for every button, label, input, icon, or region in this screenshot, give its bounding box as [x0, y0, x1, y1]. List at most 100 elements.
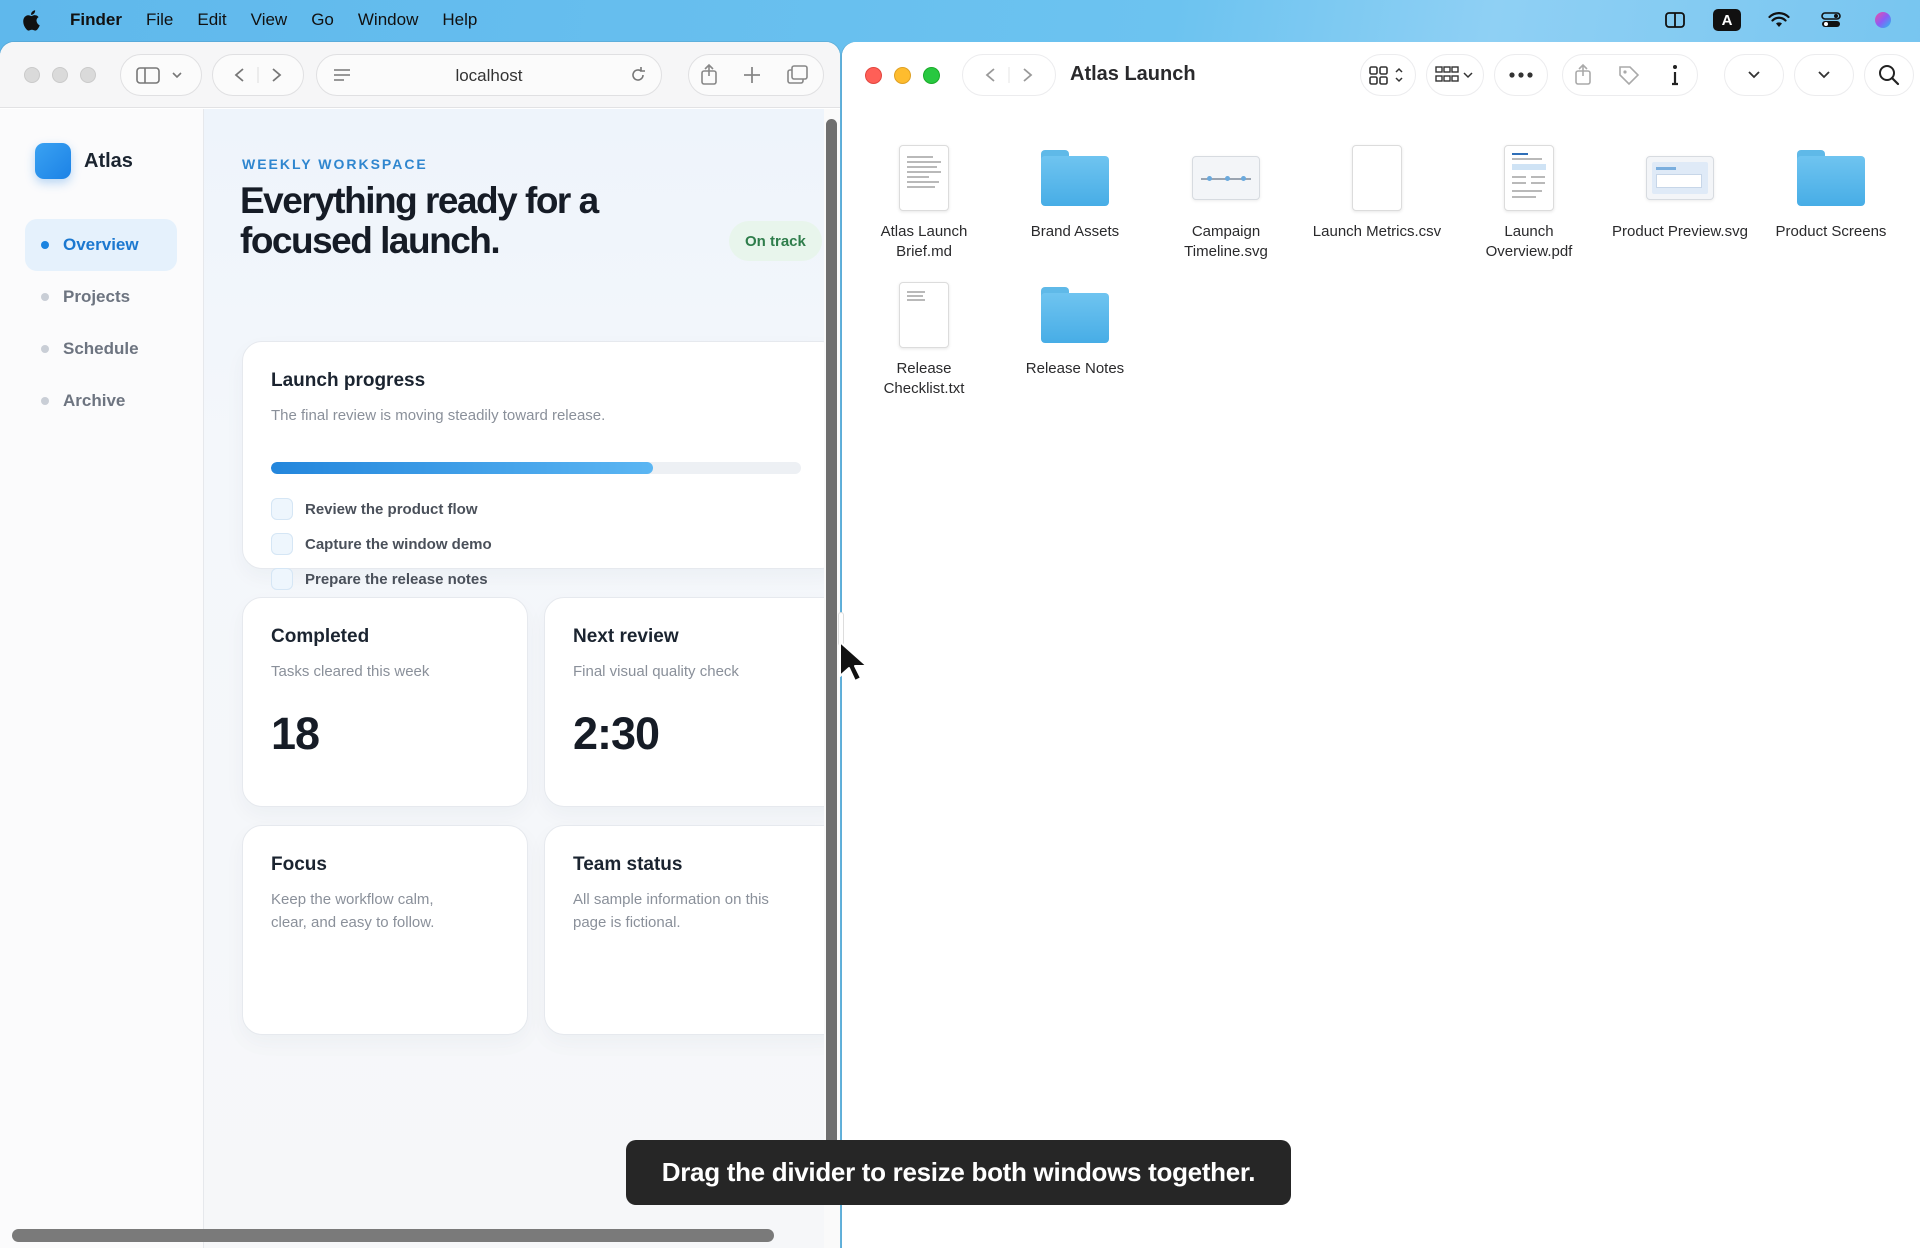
folder-item[interactable]: Brand Assets	[1007, 138, 1143, 242]
browser-actions	[688, 54, 824, 96]
nav-item-overview[interactable]: Overview	[25, 219, 177, 271]
file-name: Product Screens	[1775, 223, 1887, 240]
menu-go[interactable]: Go	[311, 10, 334, 30]
folder-icon	[1041, 150, 1109, 206]
siri-icon[interactable]	[1868, 8, 1898, 32]
minimize-button[interactable]	[894, 67, 911, 84]
menu-view[interactable]: View	[251, 10, 288, 30]
checkbox[interactable]	[271, 498, 293, 520]
checkbox[interactable]	[271, 568, 293, 590]
text-file-icon	[899, 282, 949, 348]
pdf-file-icon	[1504, 145, 1554, 211]
menu-window[interactable]: Window	[358, 10, 418, 30]
forward-icon	[1023, 68, 1033, 82]
file-item[interactable]: Launch Metrics.csv	[1309, 138, 1445, 242]
file-item[interactable]: Product Preview.svg	[1612, 138, 1748, 242]
card-title: Focus	[271, 854, 327, 875]
finder-window: Atlas Launch Atlas Launch Brief.md Brand…	[842, 42, 1920, 1248]
nav-item-projects[interactable]: Projects	[25, 271, 177, 323]
card-subtitle: Tasks cleared this week	[271, 663, 430, 680]
history-nav	[212, 54, 304, 96]
review-time: 2:30	[573, 708, 660, 759]
nav-item-schedule[interactable]: Schedule	[25, 323, 177, 375]
next-review-card: Next review Final visual quality check 2…	[544, 597, 840, 807]
input-source-icon[interactable]: A	[1712, 8, 1742, 32]
quick-action-dropdown[interactable]	[1724, 54, 1784, 96]
search-button[interactable]	[1864, 54, 1914, 96]
view-mode-button[interactable]	[1360, 54, 1416, 96]
file-item[interactable]: Release Checklist.txt	[856, 275, 992, 399]
new-tab-icon	[744, 67, 760, 83]
apple-menu-icon[interactable]	[22, 8, 44, 32]
task-label: Review the product flow	[305, 500, 478, 518]
menu-edit[interactable]: Edit	[197, 10, 226, 30]
wifi-icon[interactable]	[1764, 8, 1794, 32]
file-item[interactable]: Campaign Timeline.svg	[1158, 138, 1294, 262]
task-item[interactable]: Capture the window demo	[271, 533, 492, 555]
menu-file[interactable]: File	[146, 10, 173, 30]
nav-dot-icon	[41, 345, 49, 353]
zoom-button[interactable]	[80, 67, 96, 83]
file-item[interactable]: Launch Overview.pdf	[1461, 138, 1597, 262]
folder-icon	[1797, 150, 1865, 206]
minimize-button[interactable]	[52, 67, 68, 83]
card-title: Launch progress	[271, 370, 426, 391]
window-tiling-icon[interactable]	[1660, 8, 1690, 32]
nav-label: Projects	[63, 287, 131, 306]
brand[interactable]: Atlas	[35, 143, 133, 179]
horizontal-scrollbar[interactable]	[12, 1229, 774, 1242]
nav-item-archive[interactable]: Archive	[25, 375, 177, 427]
folder-icon	[1041, 287, 1109, 343]
ellipsis-icon	[1509, 72, 1533, 78]
completed-card: Completed Tasks cleared this week 18	[242, 597, 528, 807]
url-text[interactable]: localhost	[317, 66, 661, 86]
focus-card: Focus Keep the workflow calm, clear, and…	[242, 825, 528, 1035]
status-badge: On track	[729, 221, 822, 261]
browser-window: localhost Atlas Overview Projects Schedu…	[0, 42, 840, 1248]
nav-dot-icon	[41, 293, 49, 301]
info-icon	[1672, 65, 1678, 86]
nav-label: Archive	[63, 391, 126, 410]
checkbox[interactable]	[271, 533, 293, 555]
chevron-down-icon	[1818, 71, 1830, 79]
brand-name: Atlas	[84, 149, 133, 172]
task-item[interactable]: Prepare the release notes	[271, 568, 488, 590]
task-item[interactable]: Review the product flow	[271, 498, 478, 520]
menu-app-finder[interactable]: Finder	[70, 10, 122, 30]
folder-item[interactable]: Release Notes	[1007, 275, 1143, 379]
tag-icon	[1619, 66, 1640, 86]
menu-bar: Finder File Edit View Go Window Help A	[0, 0, 1920, 40]
forward-icon	[272, 68, 282, 82]
address-bar[interactable]: localhost	[316, 54, 662, 96]
card-title: Completed	[271, 626, 370, 647]
folder-item[interactable]: Product Screens	[1763, 138, 1899, 242]
control-center-icon[interactable]	[1816, 8, 1846, 32]
close-button[interactable]	[865, 67, 882, 84]
sidebar-toggle-button[interactable]	[120, 54, 202, 96]
completed-count: 18	[271, 708, 320, 759]
path-dropdown[interactable]	[1794, 54, 1854, 96]
card-subtitle: The final review is moving steadily towa…	[271, 407, 606, 424]
group-button[interactable]	[1426, 54, 1484, 96]
reload-icon[interactable]	[629, 66, 647, 84]
share-icon	[1575, 63, 1591, 85]
team-status-card: Team status All sample information on th…	[544, 825, 840, 1035]
svg-file-icon	[1646, 156, 1714, 200]
tab-overview-icon	[787, 65, 808, 84]
page-title: Everything ready for a focused launch.	[240, 180, 599, 261]
close-button[interactable]	[24, 67, 40, 83]
window-title: Atlas Launch	[1070, 63, 1196, 85]
menu-help[interactable]: Help	[442, 10, 477, 30]
nav-dot-icon	[41, 397, 49, 405]
zoom-button[interactable]	[923, 67, 940, 84]
back-icon	[234, 68, 244, 82]
scroll-thumb[interactable]	[826, 119, 837, 1179]
markdown-file-icon	[899, 145, 949, 211]
sidebar-icon	[136, 67, 182, 84]
file-name: Release Notes	[1025, 360, 1125, 377]
search-icon	[1879, 65, 1900, 86]
more-actions-button[interactable]	[1494, 54, 1548, 96]
task-label: Prepare the release notes	[305, 570, 488, 588]
nav-label: Overview	[63, 235, 139, 254]
file-item[interactable]: Atlas Launch Brief.md	[856, 138, 992, 262]
